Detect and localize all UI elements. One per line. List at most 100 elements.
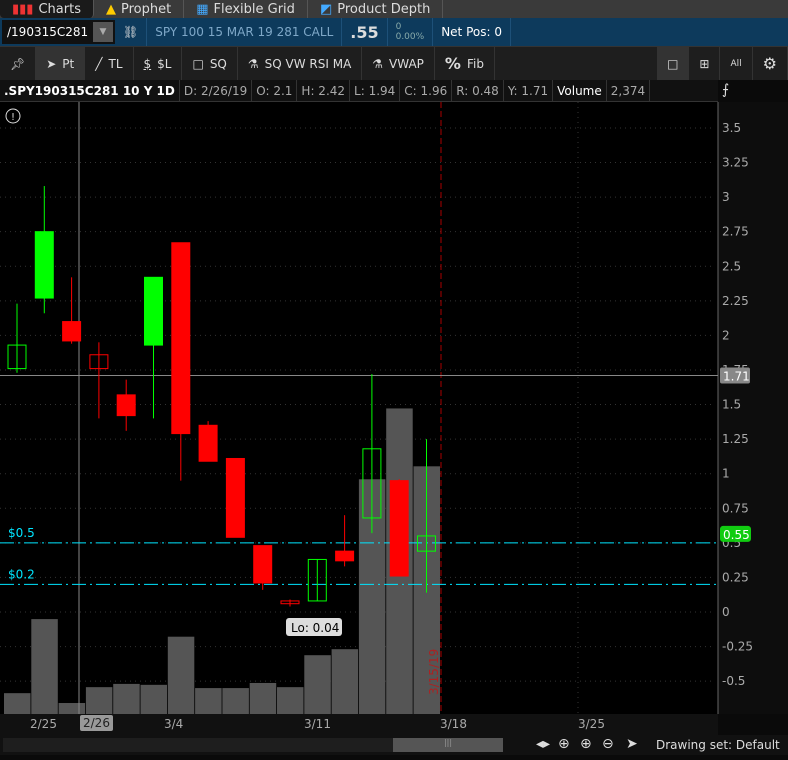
crosshair-price: 1.71 <box>723 370 750 384</box>
square-tool-button[interactable]: □ SQ <box>182 47 238 80</box>
grid-icon: ⊞ <box>699 56 710 71</box>
volume-bar <box>140 684 167 714</box>
tab-charts[interactable]: ▮▮▮ Charts <box>0 0 94 18</box>
low-label: Lo: 0.04 <box>291 621 339 635</box>
tab-product-depth[interactable]: ◩ Product Depth <box>308 0 444 18</box>
candle-body <box>34 231 54 299</box>
candle-body <box>389 480 409 577</box>
vwap-button[interactable]: ⚗ VWAP <box>362 47 435 80</box>
horizontal-scrollbar[interactable]: ||| <box>3 738 503 752</box>
chevron-down-icon[interactable]: ▼ <box>93 22 113 42</box>
info-y: Y: 1.71 <box>504 80 554 101</box>
symbol-description: SPY 100 15 MAR 19 281 CALL <box>147 18 343 46</box>
candle-body <box>116 394 136 417</box>
gear-icon: ⚙ <box>762 54 777 73</box>
expiry-date-label: 3/15/19 <box>427 649 441 695</box>
info-low: L: 1.94 <box>350 80 401 101</box>
cursor-icon[interactable]: ➤ <box>626 736 638 752</box>
info-high: H: 2.42 <box>297 80 351 101</box>
x-tick-label: 3/11 <box>304 717 331 731</box>
square-icon: □ <box>667 56 679 71</box>
volume-bar <box>249 682 277 714</box>
candle-body <box>225 457 245 538</box>
style-icon[interactable]: ⨍ <box>722 82 729 98</box>
info-close: C: 1.96 <box>400 80 453 101</box>
last-price-label: 0.55 <box>723 528 750 542</box>
link-icon[interactable]: ⛓ <box>115 18 148 46</box>
y-tick-label: 0 <box>722 605 730 619</box>
chart-title: .SPY190315C281 10 Y 1D <box>0 80 180 101</box>
studies-icon: ⚗ <box>247 56 259 71</box>
grid-layout-button[interactable]: ⊞ <box>689 47 721 80</box>
volume-bar <box>195 688 222 714</box>
candle-body <box>335 550 355 562</box>
price-level-tool-button[interactable]: $ $L <box>134 47 183 80</box>
volume-bar <box>113 683 140 714</box>
zoom-out-icon[interactable]: ⊖ <box>602 736 614 752</box>
y-tick-label: 2.5 <box>722 259 741 273</box>
x-tick-label: 3/4 <box>164 717 184 731</box>
y-tick-label: 2.75 <box>722 225 749 239</box>
price-level-label: $0.2 <box>8 567 35 581</box>
bar-chart-icon: ▮▮▮ <box>12 1 34 17</box>
pin-button[interactable]: 📌︎ <box>0 47 37 80</box>
info-date: D: 2/26/19 <box>180 80 253 101</box>
crosshair-date-tag: 2/26 <box>80 715 113 731</box>
scrollbar-thumb[interactable]: ||| <box>393 738 503 752</box>
settings-button[interactable]: ⚙ <box>753 47 788 80</box>
x-tick-label: 2/25 <box>30 717 57 731</box>
symbol-input[interactable]: /190315C281 ▼ <box>2 20 115 44</box>
y-tick-label: 1 <box>722 467 730 481</box>
crosshair-icon[interactable]: ⊕ <box>558 736 570 752</box>
volume-bar <box>167 636 195 714</box>
y-tick-label: 0.75 <box>722 501 749 515</box>
alert-icon-mark: ! <box>11 112 15 123</box>
info-range: R: 0.48 <box>452 80 504 101</box>
prophet-icon: ▲ <box>105 1 116 17</box>
volume-bar <box>222 688 249 714</box>
x-axis: 2/25 3/4 3/11 3/18 3/25 2/26 <box>0 714 718 735</box>
y-tick-label: 3 <box>722 190 730 204</box>
candle-body <box>62 321 82 342</box>
volume-bar <box>85 687 113 714</box>
single-layout-button[interactable]: □ <box>657 47 690 80</box>
price-level-icon: $ <box>143 56 152 71</box>
y-tick-label: -0.5 <box>722 674 745 688</box>
volume-bar <box>58 703 86 714</box>
flask-icon: ⚗ <box>372 56 384 71</box>
candle-body <box>253 545 273 584</box>
all-button[interactable]: All <box>720 47 753 80</box>
price-chart[interactable]: 3.53.2532.752.52.2521.751.51.2510.750.50… <box>0 102 788 714</box>
y-tick-label: 2 <box>722 328 730 342</box>
info-open: O: 2.1 <box>252 80 298 101</box>
info-volume-label: Volume <box>553 80 607 101</box>
pointer-tool-button[interactable]: ➤ Pt <box>36 47 86 80</box>
last-price: .55 <box>342 18 388 46</box>
volume-bar <box>31 619 58 714</box>
symbol-bar: /190315C281 ▼ ⛓ SPY 100 15 MAR 19 281 CAL… <box>0 18 788 46</box>
expand-icon[interactable]: ◂▸ <box>536 736 550 752</box>
volume-bar <box>4 693 31 714</box>
volume-bar <box>304 655 331 714</box>
fib-tool-button[interactable]: % Fib <box>435 47 495 80</box>
zoom-in-icon[interactable]: ⊕ <box>580 736 592 752</box>
percent-change: 0.00% <box>395 32 425 42</box>
depth-icon: ◩ <box>319 1 333 17</box>
x-tick-label: 3/18 <box>440 717 467 731</box>
trendline-tool-button[interactable]: ╱ TL <box>85 47 134 80</box>
app-tabs: ▮▮▮ Charts ▲ Prophet ▦ Flexible Grid ◩ Produ… <box>0 0 788 18</box>
x-tick-label: 3/25 <box>578 717 605 731</box>
tab-flexible-grid[interactable]: ▦ Flexible Grid <box>184 0 308 18</box>
y-tick-label: 2.25 <box>722 294 749 308</box>
y-tick-label: 0.25 <box>722 570 749 584</box>
y-tick-label: 3.25 <box>722 156 749 170</box>
cursor-icon: ➤ <box>46 56 57 71</box>
net-change: 0 <box>395 22 402 32</box>
tab-prophet[interactable]: ▲ Prophet <box>94 0 185 18</box>
grid-icon: ▦ <box>196 1 209 17</box>
y-tick-label: 1.5 <box>722 398 741 412</box>
drawing-toolbar: 📌︎ ➤ Pt ╱ TL $ $L □ SQ ⚗ SQ VW RSI MA ⚗ VWAP %… <box>0 46 788 80</box>
drawing-set-selector[interactable]: Drawing set: Default <box>656 738 780 752</box>
square-icon: □ <box>192 56 204 71</box>
studies-button[interactable]: ⚗ SQ VW RSI MA <box>238 47 363 80</box>
